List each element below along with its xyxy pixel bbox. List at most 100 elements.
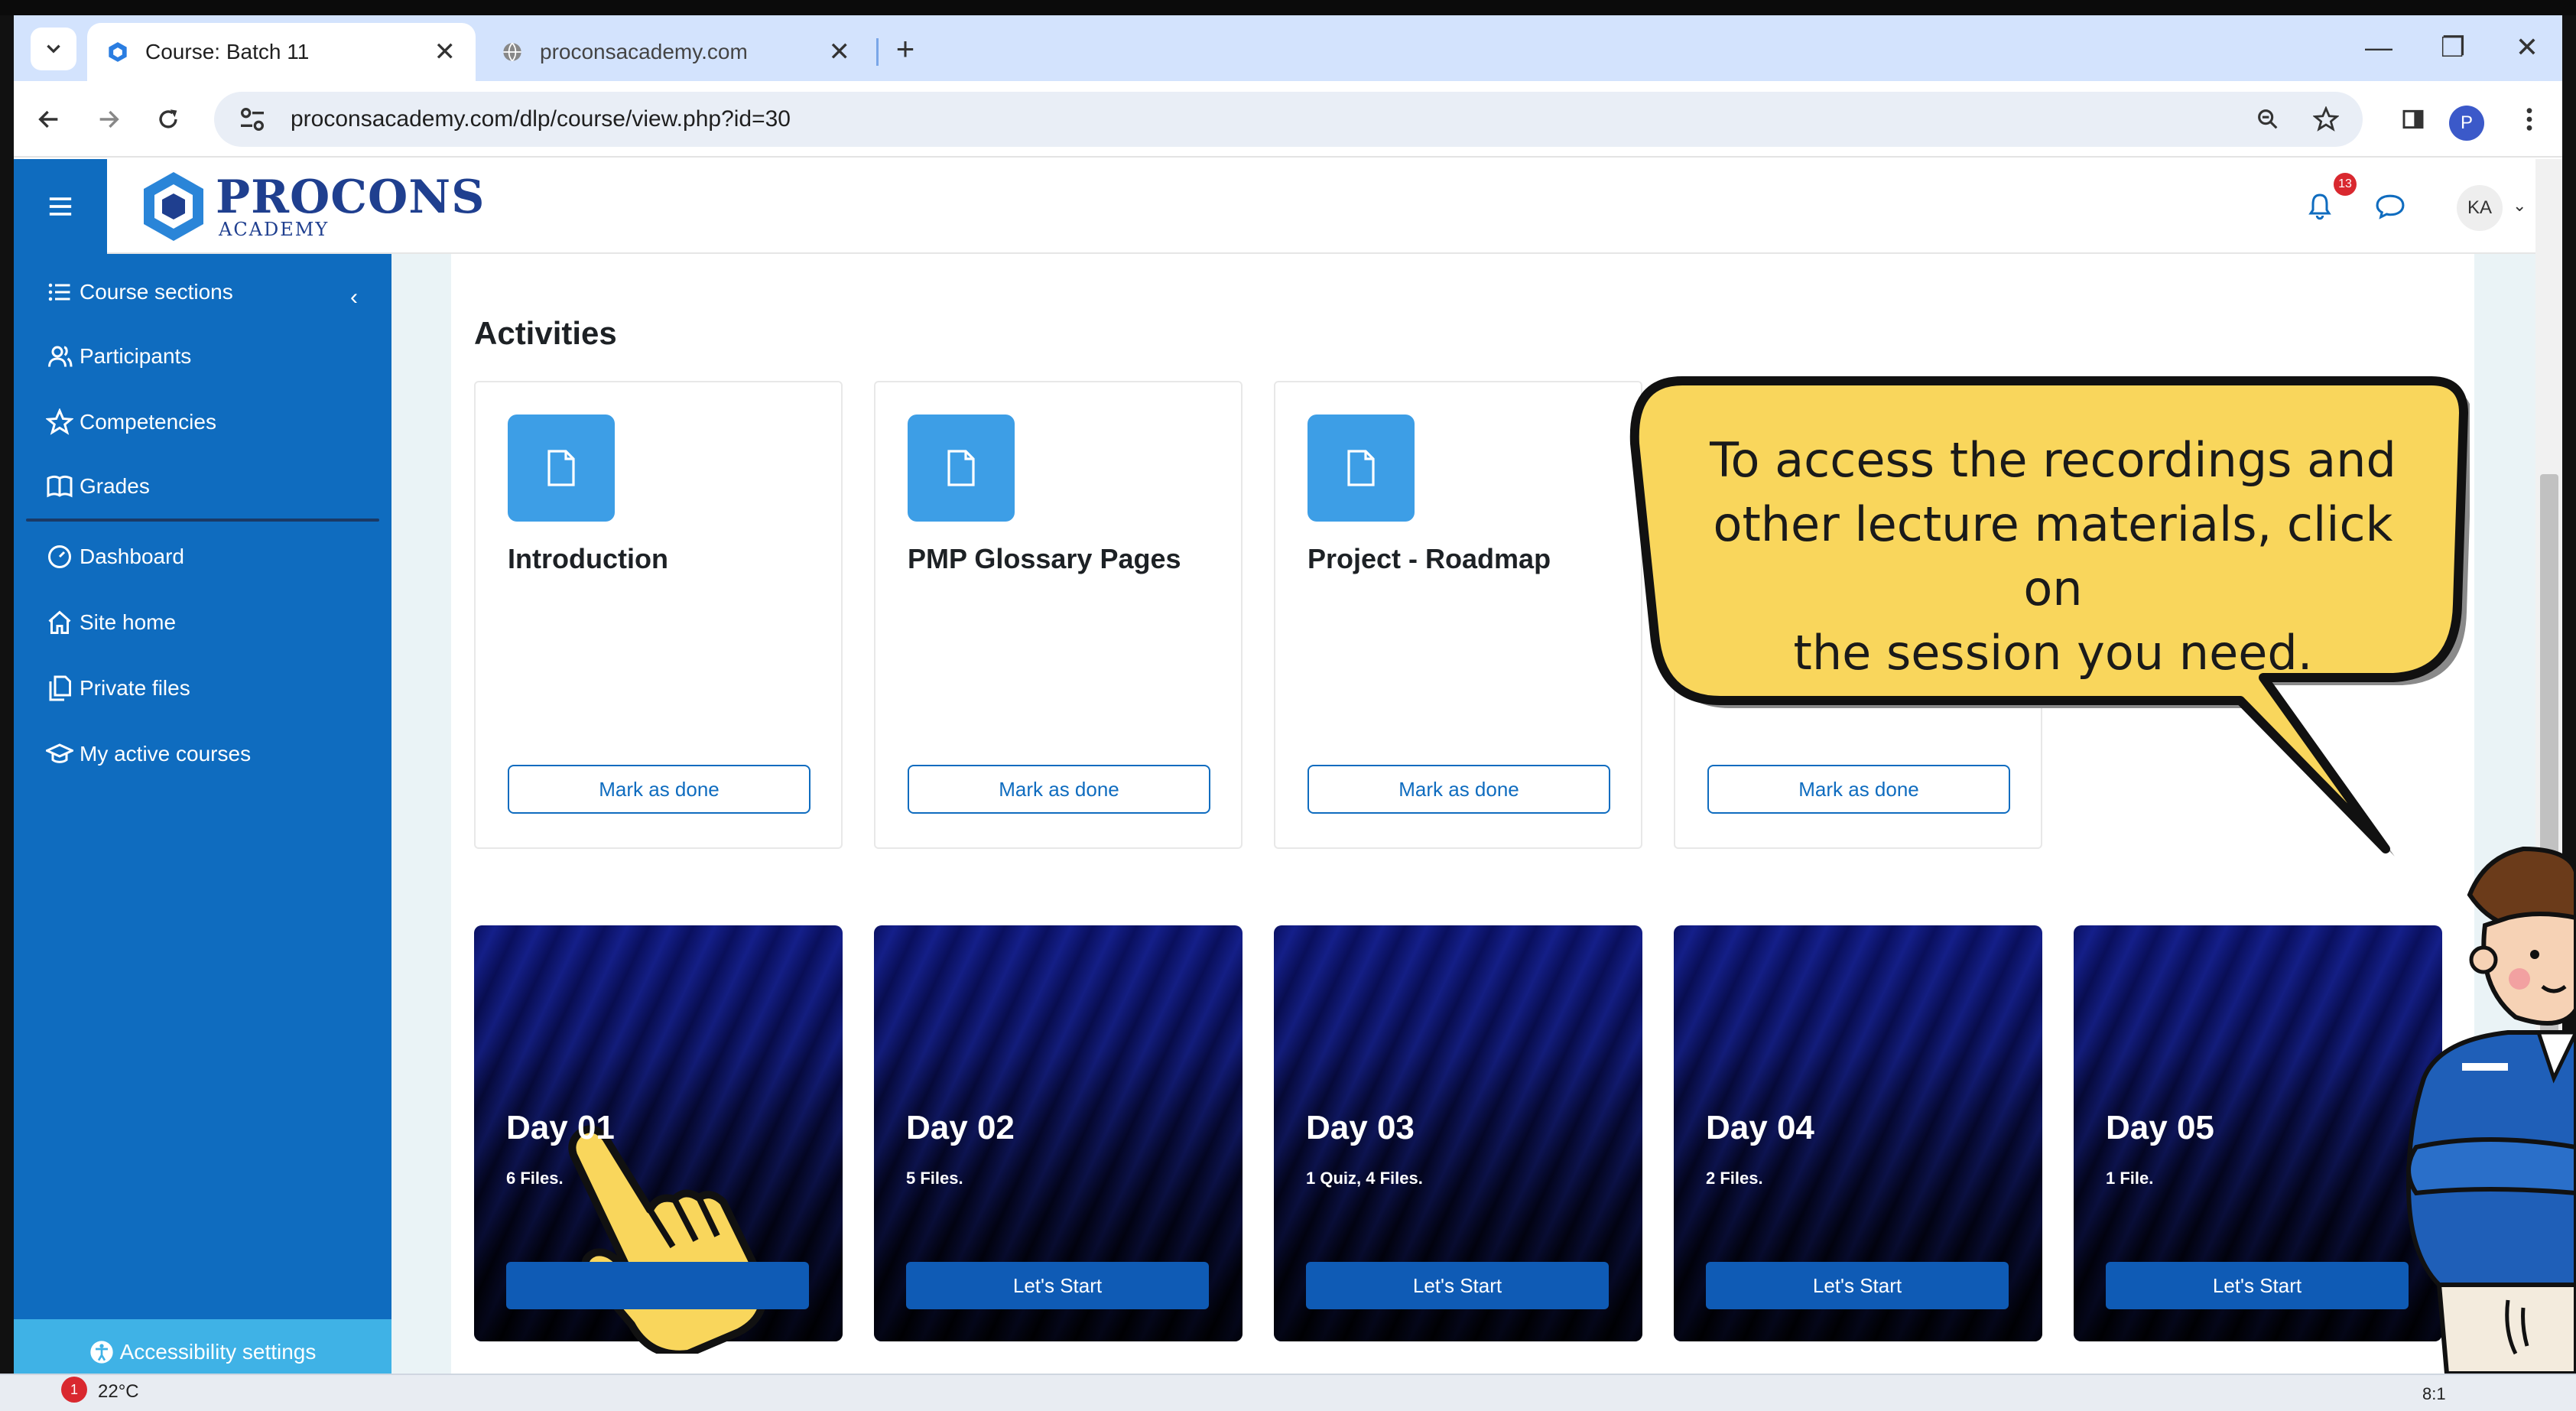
tab-strip: Course: Batch 11 ✕ proconsacademy.com ✕ … (14, 15, 2562, 81)
day-card-04[interactable]: Day 04 2 Files. Let's Start (1674, 925, 2042, 1341)
mark-as-done-button[interactable]: Mark as done (1307, 765, 1610, 814)
taskbar-clock[interactable]: 8:1 (2422, 1384, 2446, 1404)
close-tab-icon[interactable]: ✕ (434, 37, 456, 67)
users-icon (48, 346, 73, 367)
day-files-count: 5 Files. (906, 1169, 963, 1188)
site-header: PROCONS ACADEMY (14, 159, 2535, 254)
reload-icon (159, 109, 177, 128)
user-avatar[interactable]: KA (2457, 185, 2503, 231)
cartoon-teacher-illustration (2405, 846, 2576, 1374)
drawer-toggle-button[interactable] (14, 159, 107, 254)
site-info-icon[interactable] (237, 104, 268, 135)
chevron-down-icon (47, 44, 60, 54)
browser-menu-button[interactable] (2508, 98, 2551, 141)
bookmark-star-icon[interactable] (2305, 98, 2347, 141)
course-index-drawer: Course sections ‹ Participants Competenc… (14, 254, 391, 1396)
activity-name[interactable]: PMP Glossary Pages (908, 543, 1181, 575)
collapse-drawer-icon[interactable]: ‹ (350, 284, 358, 310)
book-icon (47, 475, 73, 498)
kebab-menu-icon (2526, 108, 2532, 131)
sidebar-item-label: Site home (80, 610, 177, 634)
lets-start-button[interactable]: Let's Start (1306, 1262, 1609, 1309)
sidebar-item-label: My active courses (80, 742, 252, 766)
sidebar-item-label: Dashboard (80, 545, 184, 568)
restore-button[interactable]: ❐ (2426, 26, 2480, 69)
reload-button[interactable] (147, 98, 190, 141)
sidebar-item-dashboard[interactable]: Dashboard (46, 534, 184, 580)
sidebar-item-label: Grades (80, 474, 150, 498)
mark-as-done-button[interactable]: Mark as done (908, 765, 1210, 814)
sidebar-item-grades[interactable]: Grades (46, 463, 150, 509)
bubble-line: the session you need. (1793, 625, 2313, 681)
forward-button[interactable] (87, 98, 130, 141)
lets-start-button[interactable]: Let's Start (2106, 1262, 2409, 1309)
weather-alert-badge: 1 (61, 1377, 87, 1403)
notification-count-badge: 13 (2334, 173, 2357, 196)
tab-course[interactable]: Course: Batch 11 ✕ (87, 23, 476, 81)
sidebar-item-participants[interactable]: Participants (46, 333, 191, 379)
activity-name[interactable]: Introduction (508, 543, 668, 575)
accessibility-icon (89, 1341, 113, 1364)
tab-title: proconsacademy.com (540, 40, 748, 63)
browser-profile-avatar[interactable]: P (2449, 106, 2484, 141)
messages-button[interactable] (2369, 185, 2412, 228)
new-tab-button[interactable]: + (884, 28, 927, 70)
day-files-count: 6 Files. (506, 1169, 564, 1188)
notifications-button[interactable] (2298, 185, 2341, 228)
star-icon (46, 408, 73, 435)
day-card-05[interactable]: Day 05 1 File. Let's Start (2074, 925, 2442, 1341)
site-logo[interactable]: PROCONS ACADEMY (142, 167, 485, 246)
tab-title: Course: Batch 11 (145, 40, 310, 63)
page-resource-icon (1307, 415, 1415, 522)
list-icon (48, 283, 70, 301)
speech-bubble-text: To access the recordings and other lectu… (1682, 428, 2424, 685)
day-title: Day 02 (906, 1109, 1015, 1146)
zoom-icon[interactable] (2246, 98, 2289, 141)
procons-hexagon-logo-icon (144, 172, 203, 241)
sidebar-item-my-active-courses[interactable]: My active courses (46, 731, 251, 777)
sidebar-item-competencies[interactable]: Competencies (46, 399, 216, 445)
activity-card[interactable]: Project - Roadmap Mark as done (1274, 381, 1642, 849)
lets-start-button[interactable]: Let's Start (906, 1262, 1209, 1309)
back-arrow-icon (38, 110, 58, 128)
sidebar-item-site-home[interactable]: Site home (46, 600, 176, 645)
back-button[interactable] (28, 98, 70, 141)
activity-name[interactable]: Project - Roadmap (1307, 543, 1551, 575)
minimize-button[interactable]: — (2352, 26, 2405, 69)
bubble-line: To access the recordings and (1710, 432, 2396, 488)
bubble-line: other lecture materials, click on (1713, 496, 2393, 616)
sidebar-item-course-sections[interactable]: Course sections (46, 269, 233, 315)
tab-separator (876, 38, 879, 66)
mark-as-done-button[interactable]: Mark as done (508, 765, 810, 814)
close-tab-icon[interactable]: ✕ (829, 37, 851, 67)
page-resource-icon (908, 415, 1015, 522)
activity-card[interactable]: Introduction Mark as done (474, 381, 843, 849)
files-icon (49, 675, 71, 701)
tab-search-button[interactable] (31, 28, 76, 70)
weather-widget[interactable]: 22°C (98, 1381, 139, 1403)
close-window-button[interactable]: ✕ (2500, 26, 2554, 69)
sidebar-item-private-files[interactable]: Private files (46, 665, 190, 711)
day-files-count: 2 Files. (1706, 1169, 1763, 1188)
side-panel-button[interactable] (2392, 98, 2435, 141)
activity-card[interactable]: PMP Glossary Pages Mark as done (874, 381, 1243, 849)
day-card-03[interactable]: Day 03 1 Quiz, 4 Files. Let's Start (1274, 925, 1642, 1341)
address-bar[interactable]: proconsacademy.com/dlp/course/view.php?i… (214, 92, 2363, 147)
procons-favicon-icon (109, 42, 127, 62)
pointing-hand-icon (568, 1125, 768, 1354)
chat-bubble-icon (2376, 194, 2405, 219)
sidebar-item-label: Private files (80, 676, 190, 700)
day-title: Day 04 (1706, 1109, 1814, 1146)
user-menu-chevron-icon[interactable]: ⌄ (2513, 196, 2526, 216)
activities-heading: Activities (474, 315, 617, 351)
accessibility-label: Accessibility settings (119, 1340, 317, 1364)
tab-procons-home[interactable]: proconsacademy.com ✕ (482, 23, 870, 81)
day-card-02[interactable]: Day 02 5 Files. Let's Start (874, 925, 1243, 1341)
lets-start-button[interactable] (506, 1262, 809, 1309)
lets-start-button[interactable]: Let's Start (1706, 1262, 2009, 1309)
sidebar-item-label: Participants (80, 344, 192, 368)
browser-toolbar: proconsacademy.com/dlp/course/view.php?i… (14, 81, 2562, 158)
day-files-count: 1 File. (2106, 1169, 2154, 1188)
day-files-count: 1 Quiz, 4 Files. (1306, 1169, 1423, 1188)
sidebar-divider (26, 519, 379, 522)
